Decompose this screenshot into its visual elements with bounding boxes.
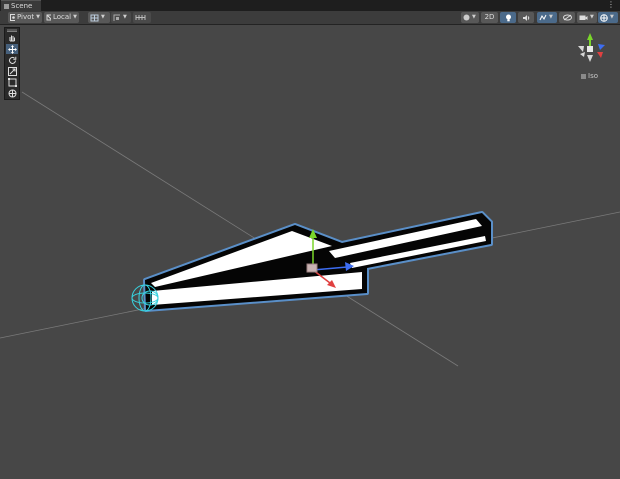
effects-icon	[539, 14, 547, 21]
chevron-down-icon: ▼	[36, 14, 40, 20]
scale-tool-icon	[7, 66, 17, 76]
toggle-2d-label: 2D	[484, 13, 495, 21]
effects-dropdown[interactable]: ▼	[537, 12, 557, 23]
chevron-down-icon: ▼	[549, 14, 553, 20]
tools-overlay	[4, 27, 20, 100]
chevron-down-icon: ▼	[73, 14, 77, 20]
draw-mode-dropdown[interactable]: ▼	[461, 12, 479, 23]
grid-axis-line-z	[21, 91, 459, 367]
chevron-down-icon: ▼	[610, 14, 614, 20]
snap-icon	[113, 14, 120, 21]
local-space-icon	[46, 14, 51, 21]
audio-icon	[523, 14, 530, 21]
iso-projection-icon	[581, 73, 586, 79]
transform-tool-button[interactable]	[6, 88, 18, 98]
gizmos-globe-icon	[600, 13, 608, 22]
hand-tool-button[interactable]	[6, 33, 18, 43]
gizmo-neg-y-cone-icon[interactable]	[587, 55, 593, 62]
hidden-eye-icon	[562, 14, 572, 21]
more-options-icon[interactable]: ⋮	[607, 1, 615, 9]
gizmo-y-cone-icon[interactable]	[587, 33, 593, 40]
lighting-toggle[interactable]	[500, 12, 516, 23]
projection-toggle[interactable]: Iso	[581, 72, 598, 80]
move-tool-button[interactable]	[6, 44, 18, 54]
rect-tool-button[interactable]	[6, 77, 18, 87]
orientation-gizmo[interactable]	[578, 33, 605, 62]
chevron-down-icon: ▼	[590, 14, 594, 20]
local-dropdown[interactable]: Local ▼	[44, 12, 79, 23]
pivot-dropdown[interactable]: Pivot ▼	[8, 12, 42, 23]
grid-visibility-dropdown[interactable]: ▼	[88, 12, 110, 23]
pivot-icon	[10, 14, 15, 21]
scale-tool-button[interactable]	[6, 66, 18, 76]
chevron-down-icon: ▼	[101, 14, 105, 20]
toggle-2d-button[interactable]: 2D	[481, 12, 498, 23]
tab-bar: Scene ⋮	[0, 0, 620, 11]
gizmo-center-cube-icon[interactable]	[587, 46, 593, 52]
snap-increment-dropdown[interactable]: ▼	[111, 12, 131, 23]
camera-icon	[579, 15, 588, 20]
scene-tab-label: Scene	[11, 2, 33, 10]
center-handle[interactable]	[306, 263, 318, 273]
scene-grid-icon	[4, 3, 9, 9]
scene-toolbar: Pivot ▼ Local ▼ ▼ ▼ ▼ 2D ▼ ▼ ▼	[0, 11, 620, 25]
gizmo-neg-x-cone-icon[interactable]	[578, 46, 584, 52]
gizmos-dropdown[interactable]: ▼	[598, 12, 618, 23]
gizmo-z-cone-icon[interactable]	[598, 44, 605, 50]
gizmo-x-cone-icon[interactable]	[597, 52, 603, 58]
scene-visibility-toggle[interactable]	[559, 12, 575, 23]
rotate-tool-button[interactable]	[6, 55, 18, 65]
chevron-down-icon: ▼	[123, 14, 127, 20]
audio-toggle[interactable]	[518, 12, 534, 23]
move-tool-icon	[7, 44, 17, 54]
transform-tool-icon	[8, 89, 16, 97]
rotate-tool-icon	[8, 56, 16, 64]
overlay-drag-handle[interactable]	[6, 28, 18, 32]
local-label: Local	[52, 13, 72, 21]
camera-settings-dropdown[interactable]: ▼	[577, 12, 597, 23]
gizmo-neg-z-cone-icon[interactable]	[580, 52, 585, 57]
hand-tool-icon	[9, 35, 15, 42]
iso-label: Iso	[588, 72, 598, 80]
scene-viewport[interactable]	[0, 25, 620, 479]
increment-snap-button[interactable]	[133, 12, 151, 23]
rect-tool-icon	[7, 77, 17, 87]
grid-snap-icon	[90, 14, 99, 21]
pivot-label: Pivot	[16, 13, 35, 21]
increment-snap-icon	[135, 15, 146, 20]
chevron-down-icon: ▼	[472, 14, 476, 20]
shaded-sphere-icon	[463, 14, 470, 21]
selected-arrow-mesh[interactable]	[143, 211, 493, 312]
lightbulb-icon	[505, 14, 511, 21]
scene-tab[interactable]: Scene	[1, 0, 41, 11]
